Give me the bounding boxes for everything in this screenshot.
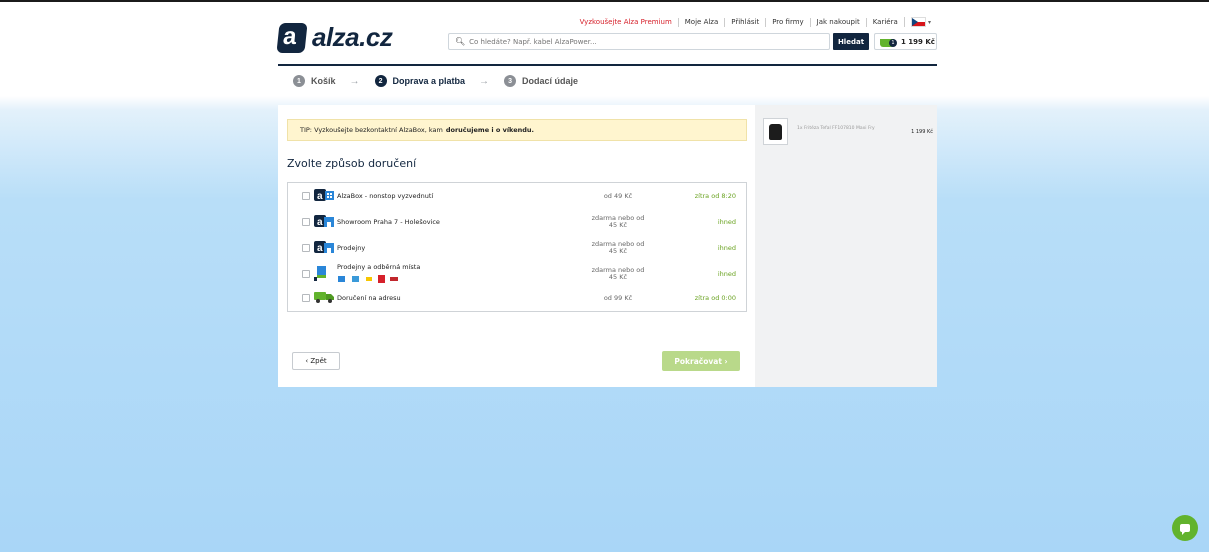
nav-link-pro-firmy[interactable]: Pro firmy: [765, 17, 809, 27]
delivery-option-prodejny[interactable]: a Prodejny zdarma nebo od 45 Kč ihned: [288, 235, 746, 261]
pickup-points-icon: [314, 265, 328, 283]
delivery-option-showroom[interactable]: a Showroom Praha 7 - Holešovice zdarma n…: [288, 209, 746, 235]
product-price: 1 199 Kč: [911, 129, 933, 135]
delivery-heading: Zvolte způsob doručení: [287, 157, 417, 170]
logo-text: alza.cz: [312, 22, 393, 52]
step-number: 3: [504, 75, 517, 87]
delivery-availability: zítra od 8:20: [694, 192, 736, 200]
search-box[interactable]: 🔍︎: [448, 33, 830, 50]
tip-bold-text: doručujeme i o víkendu.: [445, 126, 534, 134]
delivery-truck-icon: [314, 291, 334, 305]
nav-link-moje-alza[interactable]: Moje Alza: [677, 17, 725, 27]
alzabox-icon: a: [314, 188, 334, 204]
continue-button[interactable]: Pokračovat ›: [662, 351, 740, 371]
order-summary: 1x Fritéza Tefal FF107810 Maxi Fry 1 199…: [755, 105, 937, 387]
search-button[interactable]: Hledat: [833, 33, 869, 50]
search-input[interactable]: [469, 37, 800, 46]
step-label: Košík: [311, 76, 336, 86]
delivery-option-label: Prodejny: [337, 244, 366, 252]
delivery-option-address[interactable]: Doručení na adresu od 99 Kč zítra od 0:0…: [288, 285, 746, 311]
czech-flag-icon: [910, 17, 926, 27]
nav-link-kariera[interactable]: Kariéra: [865, 17, 904, 27]
price-line-2: 45 Kč: [608, 273, 628, 281]
delivery-checkbox[interactable]: [302, 218, 310, 226]
checkout-steps: 1 Košík → 2 Doprava a platba → 3 Dodací …: [278, 66, 937, 96]
top-navigation: Vyzkoušejte Alza Premium Moje Alza Přihl…: [574, 17, 937, 27]
delivery-price: od 49 Kč: [578, 191, 658, 200]
delivery-availability: ihned: [717, 270, 736, 278]
svg-text:a: a: [317, 191, 323, 202]
back-button[interactable]: ‹ Zpět: [292, 352, 340, 370]
chevron-down-icon: ▾: [927, 19, 931, 26]
nav-link-jak-nakoupit[interactable]: Jak nakoupit: [809, 17, 866, 27]
delivery-price: zdarma nebo od 45 Kč: [578, 215, 658, 229]
delivery-checkbox[interactable]: [302, 244, 310, 252]
tip-banner: TIP: Vyzkoušejte bezkontaktní AlzaBox, k…: [287, 119, 747, 141]
step-number: 1: [293, 75, 305, 87]
step-label: Dodací údaje: [522, 76, 579, 86]
delivery-availability: ihned: [717, 244, 736, 252]
air-fryer-image: [769, 123, 782, 140]
cart-total: 1 199 Kč: [901, 37, 935, 46]
svg-text:a: a: [317, 243, 323, 254]
chat-button[interactable]: [1172, 515, 1198, 541]
delivery-option-alzabox[interactable]: a AlzaBox - nonstop vyzvednutí od 49 Kč …: [288, 183, 746, 209]
step-delivery-details: 3 Dodací údaje: [504, 75, 578, 87]
step-cart[interactable]: 1 Košík: [293, 75, 336, 87]
step-shipping-payment: 2 Doprava a platba: [374, 75, 466, 87]
delivery-checkbox[interactable]: [302, 294, 310, 302]
step-label: Doprava a platba: [392, 76, 466, 86]
nav-link-premium[interactable]: Vyzkoušejte Alza Premium: [574, 18, 678, 27]
arrow-right-icon: →: [479, 75, 490, 87]
nav-link-prihlasit[interactable]: Přihlásit: [724, 17, 765, 27]
showroom-icon: a: [314, 214, 334, 230]
svg-text:a: a: [317, 217, 323, 228]
delivery-option-label: Prodejny a odběrná místa: [337, 263, 421, 271]
delivery-options: a AlzaBox - nonstop vyzvednutí od 49 Kč …: [287, 182, 747, 312]
alza-logo[interactable]: a alza.cz: [276, 22, 393, 53]
delivery-option-pickup-points[interactable]: Prodejny a odběrná místa zdarma nebo od 4…: [288, 261, 746, 287]
cart-button[interactable]: 1 1 199 Kč: [874, 33, 937, 50]
delivery-option-label: Doručení na adresu: [337, 294, 401, 302]
product-thumbnail[interactable]: [763, 118, 788, 145]
delivery-option-label: Showroom Praha 7 - Holešovice: [337, 218, 440, 226]
chat-bubble-icon: [1180, 524, 1190, 535]
delivery-checkbox[interactable]: [302, 192, 310, 200]
price-line-1: od 99 Kč: [603, 293, 633, 302]
arrow-right-icon: →: [349, 75, 360, 87]
delivery-price: zdarma nebo od 45 Kč: [578, 241, 658, 255]
step-number: 2: [374, 75, 387, 87]
store-icon: a: [314, 240, 334, 256]
language-selector[interactable]: ▾: [903, 17, 937, 27]
partner-logos: [338, 275, 398, 285]
price-line-2: 45 Kč: [608, 221, 628, 229]
tip-text: TIP: Vyzkoušejte bezkontaktní AlzaBox, k…: [300, 126, 443, 134]
delivery-panel: TIP: Vyzkoušejte bezkontaktní AlzaBox, k…: [278, 105, 755, 387]
cart-icon: 1: [880, 36, 898, 47]
search-icon: 🔍︎: [455, 37, 466, 46]
alza-logo-mark: a: [276, 22, 308, 53]
delivery-price: od 99 Kč: [578, 293, 658, 302]
cart-count-badge: 1: [889, 39, 897, 47]
price-line-1: od 49 Kč: [603, 191, 633, 200]
price-line-2: 45 Kč: [608, 247, 628, 255]
delivery-checkbox[interactable]: [302, 270, 310, 278]
top-border: [0, 0, 1209, 8]
delivery-price: zdarma nebo od 45 Kč: [578, 267, 658, 281]
logo-letter: a: [281, 22, 298, 50]
delivery-availability: ihned: [717, 218, 736, 226]
delivery-option-label: AlzaBox - nonstop vyzvednutí: [337, 192, 434, 200]
delivery-availability: zítra od 0:00: [694, 294, 736, 302]
product-name[interactable]: 1x Fritéza Tefal FF107810 Maxi Fry: [797, 126, 875, 131]
